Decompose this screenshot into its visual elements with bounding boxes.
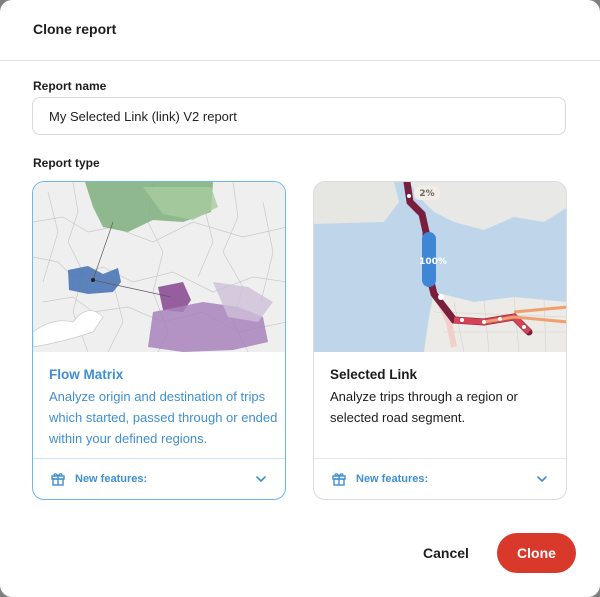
report-type-label: Report type: [33, 156, 100, 170]
flow-matrix-new-features-label: New features:: [75, 473, 148, 485]
dialog-title: Clone report: [33, 21, 117, 37]
link-percent-label: 100%: [419, 257, 447, 267]
report-type-card-selected-link[interactable]: 2% 100% Selected Link Analyze trips thro…: [313, 181, 567, 500]
selected-link-description: Analyze trips through a region or select…: [330, 389, 518, 425]
chevron-down-icon: [537, 476, 547, 482]
chevron-down-icon: [256, 476, 266, 482]
selected-link-map-image: 2% 100%: [314, 182, 566, 352]
top-percent-label: 2%: [419, 189, 434, 199]
report-name-input[interactable]: [32, 97, 566, 135]
cancel-button[interactable]: Cancel: [408, 536, 484, 570]
dialog-header: Clone report: [0, 0, 600, 61]
report-type-card-flow-matrix[interactable]: Flow Matrix Analyze origin and destinati…: [32, 181, 286, 500]
gift-icon: [51, 473, 65, 486]
selected-link-title: Selected Link: [330, 367, 418, 382]
flow-matrix-description: Analyze origin and destination of trips …: [49, 389, 278, 446]
flow-matrix-map-image: [33, 182, 285, 352]
report-name-label: Report name: [33, 79, 107, 93]
clone-report-dialog: Clone report Report name Report type: [0, 0, 600, 597]
gift-icon: [332, 473, 346, 486]
flow-matrix-new-features-toggle[interactable]: New features:: [33, 458, 285, 499]
flow-matrix-title: Flow Matrix: [49, 367, 124, 382]
selected-link-new-features-label: New features:: [356, 473, 429, 485]
selected-link-new-features-toggle[interactable]: New features:: [314, 458, 566, 499]
clone-button[interactable]: Clone: [497, 533, 576, 573]
